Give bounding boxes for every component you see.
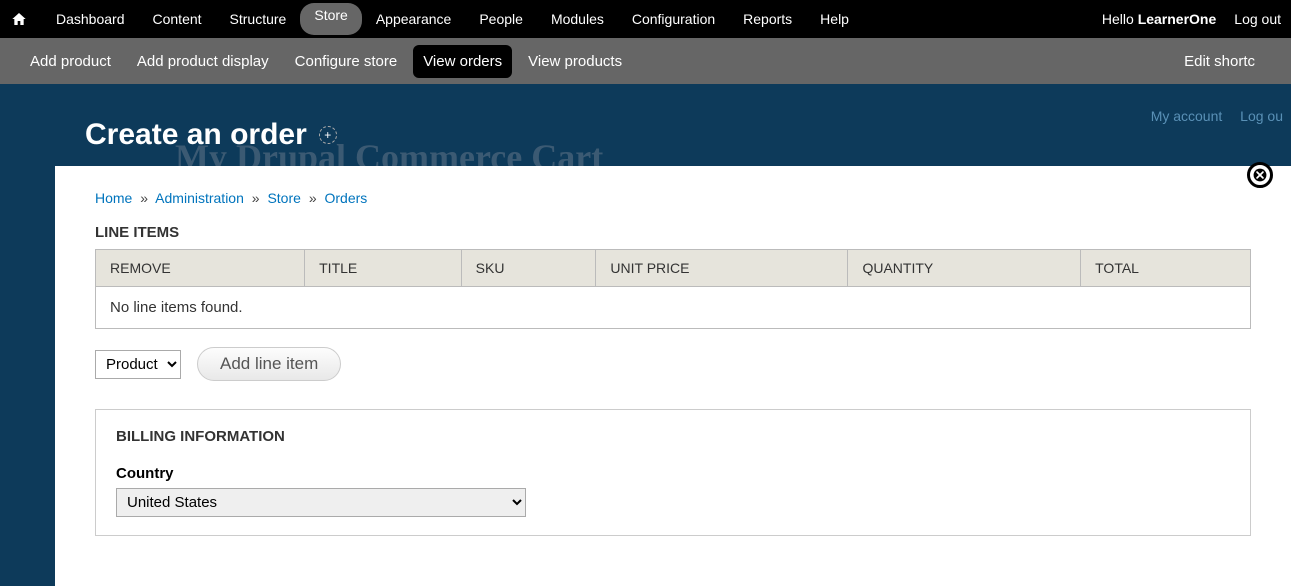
breadcrumb-sep: »: [140, 190, 148, 206]
admin-nav-item[interactable]: Reports: [729, 3, 806, 35]
line-item-type-select-wrap: Product: [95, 350, 181, 379]
billing-information-fieldset: BILLING INFORMATION Country United State…: [95, 409, 1251, 536]
admin-nav-item[interactable]: Store: [300, 3, 361, 35]
shortcut-item[interactable]: View orders: [413, 45, 512, 78]
breadcrumb-store[interactable]: Store: [267, 190, 300, 206]
admin-nav-item[interactable]: Modules: [537, 3, 618, 35]
country-select[interactable]: United States: [116, 488, 526, 517]
overlay: Create an order + Home » Administration …: [55, 112, 1291, 586]
column-header: QUANTITY: [848, 250, 1081, 287]
username: LearnerOne: [1138, 11, 1217, 27]
column-header: SKU: [461, 250, 596, 287]
admin-nav-item[interactable]: Content: [139, 3, 216, 35]
column-header: TOTAL: [1081, 250, 1251, 287]
breadcrumb-home[interactable]: Home: [95, 190, 132, 206]
close-overlay-button[interactable]: [1247, 162, 1273, 188]
user-area: Hello LearnerOne Log out: [1102, 11, 1281, 27]
line-item-type-select[interactable]: Product: [95, 350, 181, 379]
hello-text: Hello LearnerOne: [1102, 11, 1216, 27]
shortcut-nav: Add productAdd product displayConfigure …: [20, 45, 638, 78]
breadcrumb-sep: »: [252, 190, 260, 206]
overlay-content: Home » Administration » Store » Orders L…: [55, 166, 1291, 586]
breadcrumb-sep: »: [309, 190, 317, 206]
column-header: TITLE: [305, 250, 462, 287]
column-header: UNIT PRICE: [596, 250, 848, 287]
admin-nav-item[interactable]: Configuration: [618, 3, 729, 35]
admin-nav-item[interactable]: Help: [806, 3, 863, 35]
breadcrumb-admin[interactable]: Administration: [155, 190, 244, 206]
admin-nav-item[interactable]: Dashboard: [42, 3, 139, 35]
admin-nav-item[interactable]: Structure: [216, 3, 301, 35]
hello-prefix: Hello: [1102, 11, 1138, 27]
breadcrumb-orders[interactable]: Orders: [325, 190, 368, 206]
table-row: No line items found.: [96, 287, 1251, 329]
admin-nav-item[interactable]: Appearance: [362, 3, 466, 35]
logout-link[interactable]: Log out: [1234, 11, 1281, 27]
column-header: REMOVE: [96, 250, 305, 287]
line-items-table: REMOVETITLESKUUNIT PRICEQUANTITYTOTAL No…: [95, 249, 1251, 329]
admin-nav-item[interactable]: People: [465, 3, 537, 35]
home-icon[interactable]: [10, 10, 28, 28]
country-label: Country: [116, 465, 1230, 482]
admin-toolbar: DashboardContentStructureStoreAppearance…: [0, 0, 1291, 38]
billing-heading: BILLING INFORMATION: [116, 428, 1230, 445]
edit-shortcuts-link[interactable]: Edit shortc: [1174, 45, 1265, 78]
breadcrumb: Home » Administration » Store » Orders: [95, 190, 1251, 206]
shortcut-item[interactable]: Add product: [20, 45, 121, 78]
shortcut-item[interactable]: View products: [518, 45, 632, 78]
add-line-item-row: Product Add line item: [95, 347, 1251, 381]
shortcut-item[interactable]: Configure store: [285, 45, 408, 78]
overlay-title-row: Create an order +: [55, 112, 1291, 166]
empty-message: No line items found.: [96, 287, 1251, 329]
line-items-heading: LINE ITEMS: [95, 224, 1251, 241]
add-line-item-button[interactable]: Add line item: [197, 347, 341, 381]
shortcut-item[interactable]: Add product display: [127, 45, 279, 78]
admin-nav: DashboardContentStructureStoreAppearance…: [42, 3, 863, 35]
shortcut-bar: Add productAdd product displayConfigure …: [0, 38, 1291, 84]
page-title: Create an order: [85, 118, 307, 152]
add-shortcut-icon[interactable]: +: [319, 126, 337, 144]
